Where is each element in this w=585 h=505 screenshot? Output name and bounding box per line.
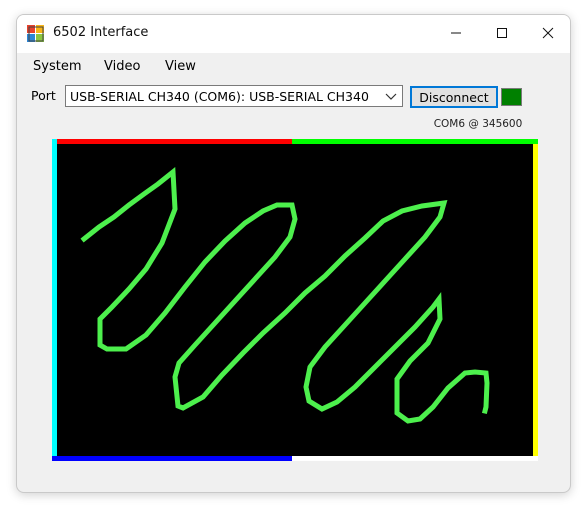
minimize-icon bbox=[451, 32, 461, 34]
frame-top-right bbox=[292, 139, 538, 144]
window-title: 6502 Interface bbox=[53, 25, 149, 40]
port-select-value: USB-SERIAL CH340 (COM6): USB-SERIAL CH34… bbox=[70, 89, 369, 104]
port-select[interactable]: USB-SERIAL CH340 (COM6): USB-SERIAL CH34… bbox=[65, 85, 403, 107]
main-window: 6502 Interface System Video View Port US… bbox=[16, 14, 571, 493]
video-display bbox=[52, 139, 538, 461]
frame-right bbox=[533, 144, 538, 461]
connection-status-text: COM6 @ 345600 bbox=[433, 118, 523, 130]
maximize-button[interactable] bbox=[479, 15, 525, 51]
frame-top-left bbox=[52, 139, 292, 144]
port-label: Port bbox=[31, 88, 56, 103]
title-bar[interactable]: 6502 Interface bbox=[17, 15, 570, 53]
frame-left bbox=[52, 139, 57, 461]
chevron-down-icon bbox=[385, 93, 397, 100]
frame-bottom-left bbox=[52, 456, 292, 461]
menu-video[interactable]: Video bbox=[104, 59, 140, 74]
maximize-icon bbox=[497, 28, 507, 38]
disconnect-button[interactable]: Disconnect bbox=[410, 86, 498, 108]
menu-system[interactable]: System bbox=[33, 59, 81, 74]
menu-bar: System Video View bbox=[17, 53, 570, 81]
minimize-button[interactable] bbox=[433, 15, 479, 51]
app-icon bbox=[27, 25, 44, 42]
connection-status-led bbox=[501, 88, 522, 106]
close-icon bbox=[542, 27, 554, 39]
frame-bottom-right bbox=[292, 456, 538, 461]
close-button[interactable] bbox=[525, 15, 570, 51]
menu-view[interactable]: View bbox=[165, 59, 196, 74]
